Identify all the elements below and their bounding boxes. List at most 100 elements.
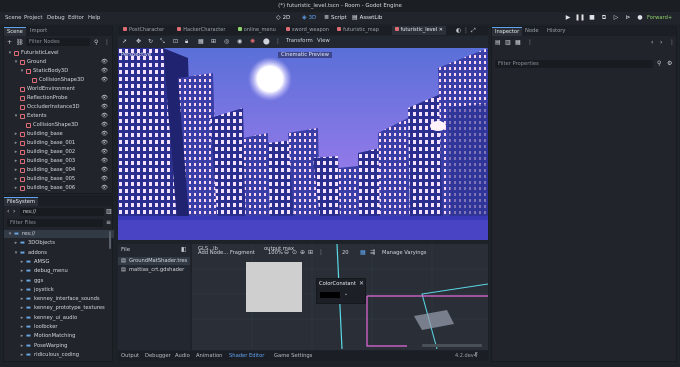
shader-file-item[interactable]: ▤ mattias_crt.gdshader bbox=[118, 266, 190, 274]
filesystem-row[interactable]: ▸ ▬ debug_menu bbox=[4, 267, 114, 275]
expand-arrow-icon[interactable]: ▾ bbox=[13, 112, 19, 120]
visibility-eye-icon[interactable]: 👁︎ bbox=[101, 184, 108, 192]
expand-arrow-icon[interactable]: ▸ bbox=[19, 295, 25, 303]
visibility-eye-icon[interactable]: 👁︎ bbox=[101, 121, 108, 129]
visibility-eye-icon[interactable]: 👁︎ bbox=[101, 130, 108, 138]
filesystem-row[interactable]: ▸ ▬ MotionMatching bbox=[4, 332, 114, 340]
scene-tree-row[interactable]: ▸ building_base_006 👁︎ bbox=[4, 184, 114, 192]
bottom-tab[interactable]: Debugger bbox=[145, 351, 171, 361]
rotate-tool-icon[interactable]: ↻ bbox=[148, 37, 153, 46]
3d-viewport[interactable]: Perspective Cinematic Preview bbox=[118, 48, 488, 240]
menu-debug[interactable]: Debug bbox=[47, 12, 65, 24]
scene-tree-row[interactable]: OccluderInstance3D 👁︎ bbox=[4, 103, 114, 111]
workspace-2d-button[interactable]: ◇ 2D bbox=[276, 12, 290, 24]
expand-arrow-icon[interactable]: ▸ bbox=[19, 277, 25, 285]
renderer-select[interactable]: Forward+ bbox=[647, 12, 672, 24]
expand-arrow-icon[interactable]: ▾ bbox=[7, 49, 13, 57]
forward-icon[interactable]: › bbox=[660, 38, 662, 47]
filesystem-row[interactable]: ▸ ▬ kenney_interface_sounds bbox=[4, 295, 114, 303]
scene-filter-input[interactable]: Filter Nodes bbox=[26, 38, 90, 46]
shader-mode-select[interactable]: Fragment bbox=[230, 250, 255, 256]
ruler-icon[interactable]: ⊞ bbox=[211, 37, 216, 46]
tab-inspector[interactable]: Inspector bbox=[492, 27, 523, 36]
expand-arrow-icon[interactable]: ▾ bbox=[13, 249, 19, 257]
scene-tree-row[interactable]: CollisionShape3D 👁︎ bbox=[4, 121, 114, 129]
expand-arrow-icon[interactable]: ▸ bbox=[13, 157, 19, 165]
menu-help[interactable]: Help bbox=[88, 12, 100, 24]
workspace-3d-button[interactable]: ◈ 3D bbox=[302, 12, 316, 24]
menu-editor[interactable]: Editor bbox=[68, 12, 84, 24]
snap-icon[interactable]: ◉ bbox=[237, 37, 242, 46]
menu-icon[interactable]: ⋮ bbox=[104, 38, 110, 47]
expand-arrow-icon[interactable]: ▸ bbox=[19, 304, 25, 312]
scene-list-icon[interactable]: ◐ bbox=[456, 26, 461, 35]
expand-arrow-icon[interactable]: ▸ bbox=[19, 323, 25, 331]
expand-arrow-icon[interactable]: ▾ bbox=[13, 58, 19, 66]
expand-arrow-icon[interactable]: ▸ bbox=[13, 175, 19, 183]
history-icon[interactable]: ⋮ bbox=[669, 38, 675, 47]
expand-arrow-icon[interactable]: ▾ bbox=[7, 230, 13, 238]
movie-maker-icon[interactable]: ● bbox=[635, 14, 645, 22]
distraction-free-icon[interactable]: ⤢ bbox=[471, 26, 476, 35]
play-scene-icon[interactable]: ▷ bbox=[611, 14, 621, 22]
scale-tool-icon[interactable]: ⤡ bbox=[160, 37, 165, 46]
expand-arrow-icon[interactable]: ▸ bbox=[13, 148, 19, 156]
filesystem-row[interactable]: ▾ ▬ res:// bbox=[4, 230, 114, 238]
expand-arrow-icon[interactable]: ▾ bbox=[19, 67, 25, 75]
visibility-eye-icon[interactable]: 👁︎ bbox=[101, 112, 108, 120]
filesystem-row[interactable]: ▸ ▬ joystick bbox=[4, 286, 114, 294]
scene-tab[interactable]: HackerCharacter bbox=[174, 26, 228, 35]
graph-area[interactable]: GLS...lb Add Node... Fragment 100% ⊖ ⊙ ⊕… bbox=[192, 244, 488, 350]
scene-tree-row[interactable]: ▸ building_base_004 👁︎ bbox=[4, 166, 114, 174]
filesystem-row[interactable]: ▸ ▬ AMSG bbox=[4, 258, 114, 266]
new-resource-icon[interactable]: ▤ bbox=[495, 38, 501, 47]
add-node-icon[interactable]: + bbox=[7, 38, 12, 47]
scrollbar[interactable] bbox=[422, 344, 482, 347]
play-icon[interactable]: ▶ bbox=[563, 14, 573, 22]
visibility-eye-icon[interactable]: 👁︎ bbox=[101, 148, 108, 156]
perspective-menu[interactable]: Perspective bbox=[121, 52, 151, 58]
tab-scene[interactable]: Scene bbox=[4, 27, 26, 36]
bottom-tab[interactable]: Shader Editor bbox=[229, 351, 264, 361]
workspace-script-button[interactable]: ≣ Script bbox=[324, 12, 347, 24]
expand-icon[interactable]: ⤒ bbox=[475, 351, 478, 361]
expand-arrow-icon[interactable]: ▸ bbox=[19, 314, 25, 322]
bottom-tab[interactable]: Game Settings bbox=[274, 351, 312, 361]
tab-import[interactable]: Import bbox=[27, 27, 50, 36]
minimap-icon[interactable]: ▦ bbox=[360, 249, 366, 256]
close-icon[interactable]: ✕ bbox=[437, 27, 443, 33]
resource-menu-icon[interactable]: ⋮ bbox=[527, 38, 533, 47]
expand-arrow-icon[interactable]: ▸ bbox=[19, 332, 25, 340]
link-icon[interactable]: ⛓ bbox=[16, 38, 24, 47]
menu-project[interactable]: Project bbox=[24, 12, 42, 24]
tab-history[interactable]: History bbox=[544, 27, 568, 36]
visibility-eye-icon[interactable]: 👁︎ bbox=[101, 157, 108, 165]
filesystem-row[interactable]: ▸ ▬ kenney_ui_audio bbox=[4, 314, 114, 322]
shader-file-item[interactable]: ▤ GroundMatShader.tres bbox=[118, 257, 190, 265]
search-icon[interactable]: ⚲ bbox=[657, 59, 661, 68]
expand-arrow-icon[interactable]: ▸ bbox=[19, 258, 25, 266]
remote-debug-icon[interactable]: ⧉ bbox=[599, 14, 609, 22]
tools-icon[interactable]: ⚙ bbox=[667, 59, 672, 68]
back-icon[interactable]: ‹ bbox=[651, 38, 653, 47]
color-swatch[interactable] bbox=[320, 292, 340, 298]
scene-tree-row[interactable]: ReflectionProbe 👁︎ bbox=[4, 94, 114, 102]
expand-arrow-icon[interactable]: ▸ bbox=[19, 351, 25, 359]
transform-menu[interactable]: Transform bbox=[286, 37, 313, 46]
menu-icon[interactable]: ⋮ bbox=[463, 26, 469, 35]
forward-icon[interactable]: › bbox=[13, 207, 15, 216]
pause-icon[interactable]: ❚❚ bbox=[575, 14, 585, 22]
toggle-files-icon[interactable]: ◧ bbox=[181, 246, 187, 253]
snap-toggle-icon[interactable]: ⊞ bbox=[308, 249, 313, 256]
filesystem-row[interactable]: ▸ ▬ ridiculous_coding bbox=[4, 351, 114, 359]
workspace-assetlib-button[interactable]: ▤ AssetLib bbox=[352, 12, 382, 24]
environment-icon[interactable]: ⬤ bbox=[263, 37, 270, 46]
scene-tree-row[interactable]: ▸ building_base_005 👁︎ bbox=[4, 175, 114, 183]
visibility-eye-icon[interactable]: 👁︎ bbox=[101, 94, 108, 102]
open-resource-icon[interactable]: ▥ bbox=[505, 38, 511, 47]
expand-arrow-icon[interactable]: ▸ bbox=[13, 130, 19, 138]
scene-tree-row[interactable]: ▾ Ground 👁︎ bbox=[4, 58, 114, 66]
scene-tree-row[interactable]: ▸ building_base_002 👁︎ bbox=[4, 148, 114, 156]
scene-tab[interactable]: PostCharacter bbox=[120, 26, 167, 35]
scene-tree-row[interactable]: WorldEnvironment bbox=[4, 85, 114, 93]
